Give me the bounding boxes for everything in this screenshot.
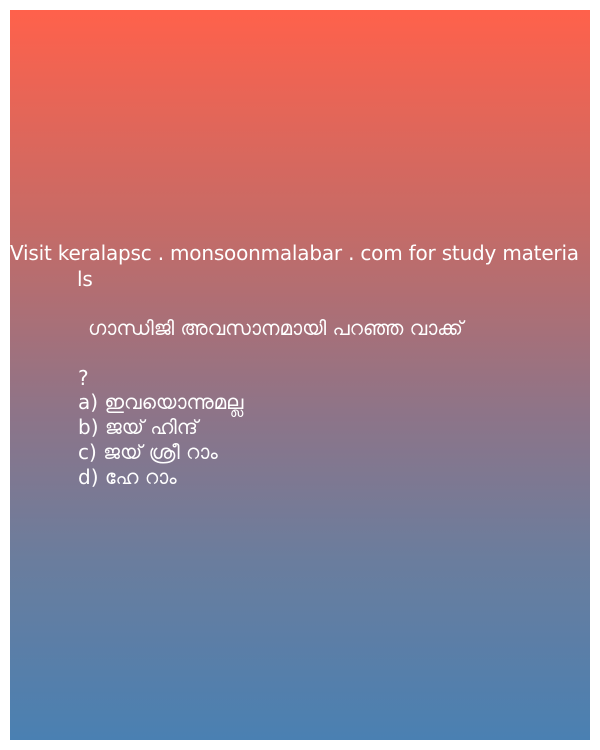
option-b: b) ജയ് ഹിന്ദ് [78,415,198,439]
promo-line-2: ls [77,267,93,291]
promo-line-1: Visit keralapsc . monsoonmalabar . com f… [10,241,579,265]
question-card: Visit keralapsc . monsoonmalabar . com f… [10,10,590,740]
question-mark: ? [78,366,89,390]
question-text: ഗാന്ധിജി അവസാനമായി പറഞ്ഞ വാക്ക് [88,316,463,340]
answer-options: a) ഇവയൊന്നുമല്ല b) ജയ് ഹിന്ദ് c) ജയ് ശ്ര… [78,390,243,490]
option-a: a) ഇവയൊന്നുമല്ല [78,390,244,414]
promo-text: Visit keralapsc . monsoonmalabar . com f… [10,240,590,292]
option-d: d) ഹേ റാം [78,465,177,489]
option-c: c) ജയ് ശ്രീ റാം [78,440,218,464]
